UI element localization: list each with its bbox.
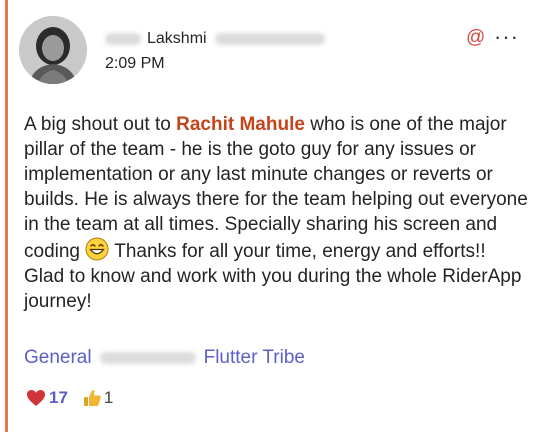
redacted-last-name [214, 33, 325, 45]
reactions-bar: 17 1 [26, 388, 127, 408]
thumbs-up-icon [83, 389, 101, 406]
heart-icon [27, 390, 45, 406]
tag-flutter-tribe[interactable]: Flutter Tribe [204, 345, 305, 370]
message-body: A big shout out to Rachit Mahule who is … [24, 112, 530, 314]
at-sign-icon: @ [466, 27, 486, 48]
like-reaction[interactable]: 1 [82, 388, 113, 408]
author-name[interactable]: Lakshmi [147, 30, 207, 48]
chat-message-card: Lakshmi 2:09 PM @ ··· A big shout out to… [0, 0, 540, 432]
grinning-face-icon [85, 237, 109, 261]
redacted-first-name [105, 33, 141, 45]
message-timestamp: 2:09 PM [105, 55, 165, 72]
author-avatar[interactable] [19, 16, 87, 84]
redacted-tag [99, 351, 196, 364]
avatar-photo [19, 16, 87, 84]
user-mention[interactable]: Rachit Mahule [176, 114, 305, 135]
more-options-icon[interactable]: ··· [494, 24, 519, 50]
tag-general[interactable]: General [24, 345, 92, 370]
channel-tags: General Flutter Tribe [24, 345, 305, 370]
heart-count: 17 [49, 388, 68, 407]
message-intro: A big shout out to [24, 114, 177, 135]
heart-reaction[interactable]: 17 [26, 388, 68, 408]
author-line: Lakshmi [105, 28, 325, 50]
like-count: 1 [103, 388, 114, 407]
mention-accent-bar [5, 0, 8, 432]
